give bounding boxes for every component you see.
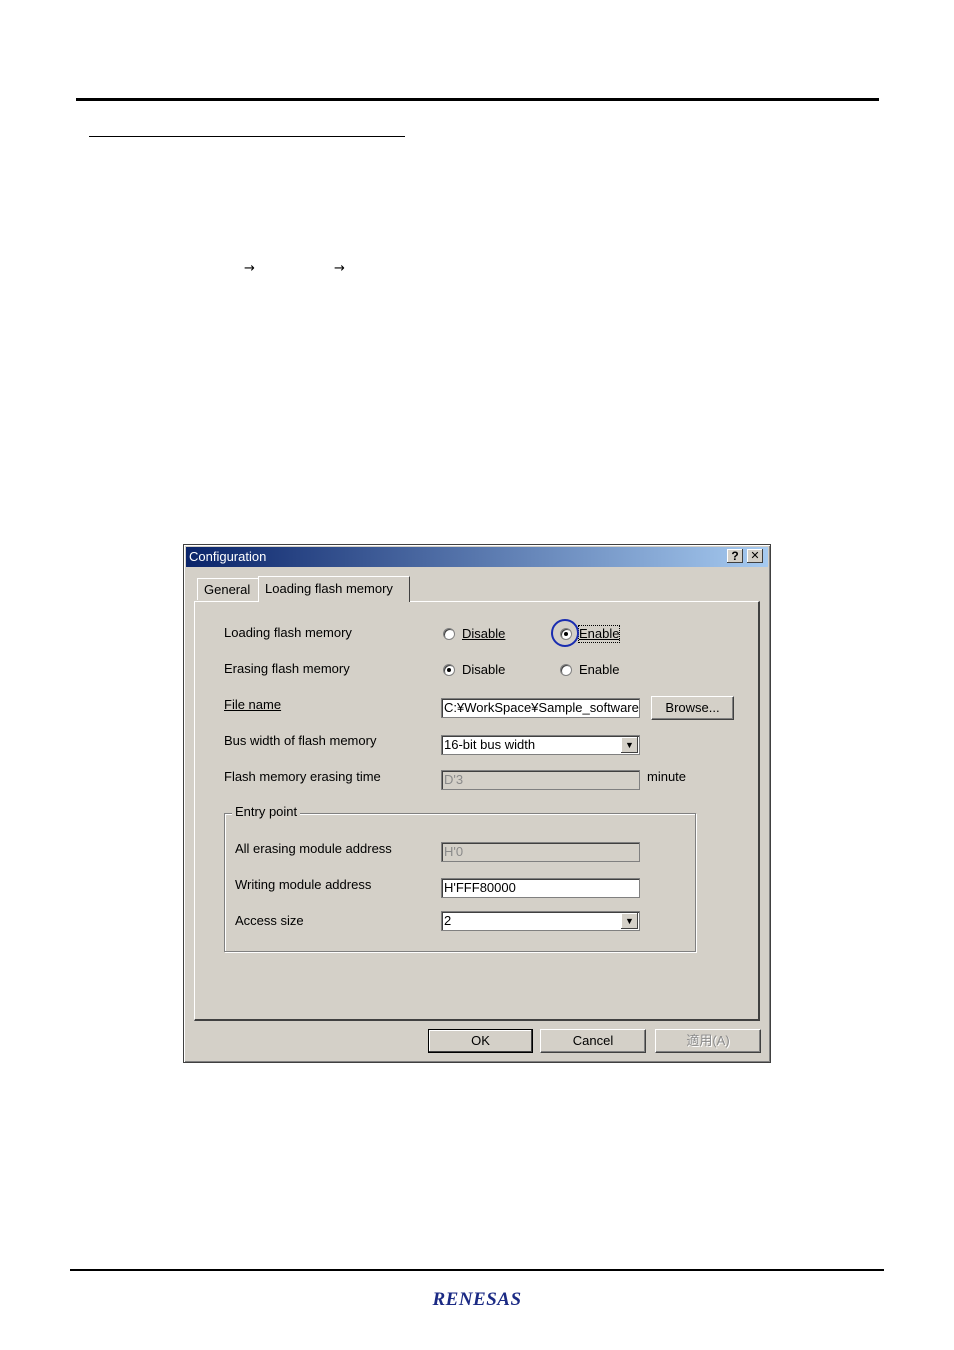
arrow-right-icon: → [244, 261, 255, 276]
erasing-flash-label: Erasing flash memory [224, 661, 350, 676]
arrow-right-icon: → [334, 261, 345, 276]
access-size-label: Access size [235, 913, 304, 928]
access-size-select[interactable]: 2 ▼ [441, 911, 640, 931]
file-name-label: File name [224, 697, 282, 712]
tab-label: Loading flash memory [265, 581, 393, 596]
bus-width-value: 16-bit bus width [444, 737, 536, 752]
all-erase-input: H'0 [441, 842, 640, 862]
highlight-annotation-circle [551, 619, 579, 647]
title-bar: Configuration ? ✕ [186, 547, 768, 567]
apply-button: 適用(A) [655, 1029, 761, 1053]
access-size-value: 2 [444, 913, 452, 928]
erasing-flash-enable-label: Enable [579, 662, 620, 677]
erase-time-label: Flash memory erasing time [224, 769, 381, 784]
help-button[interactable]: ? [727, 549, 743, 563]
erasing-flash-disable-label: Disable [462, 662, 506, 677]
bus-width-select[interactable]: 16-bit bus width ▼ [441, 735, 640, 755]
header-rule [76, 98, 879, 101]
section-underline [89, 136, 405, 137]
loading-flash-disable-label: Disable [462, 626, 506, 641]
cancel-button[interactable]: Cancel [540, 1029, 646, 1053]
erasing-flash-disable-radio[interactable] [443, 664, 455, 676]
loading-flash-label: Loading flash memory [224, 625, 352, 640]
writing-module-label: Writing module address [235, 877, 372, 892]
tab-loading-flash-memory[interactable]: Loading flash memory [258, 576, 410, 602]
writing-module-input[interactable]: H'FFF80000 [441, 878, 640, 898]
erasing-flash-enable-radio[interactable] [560, 664, 572, 676]
erase-time-input: D'3 [441, 770, 640, 790]
loading-flash-enable-label: Enable [577, 625, 621, 643]
entry-point-title: Entry point [232, 804, 301, 820]
erase-time-unit: minute [647, 769, 687, 784]
tab-label: General [204, 582, 251, 597]
ok-button[interactable]: OK [428, 1029, 533, 1053]
renesas-logo: RENESAS [432, 1289, 522, 1310]
chevron-down-icon[interactable]: ▼ [621, 913, 638, 929]
configuration-dialog: Configuration ? ✕ General Loading flash … [183, 544, 771, 1063]
close-button[interactable]: ✕ [747, 549, 763, 563]
chevron-down-icon[interactable]: ▼ [621, 737, 638, 753]
loading-flash-disable-radio[interactable] [443, 628, 455, 640]
browse-button[interactable]: Browse... [651, 696, 734, 720]
file-name-input[interactable]: C:¥WorkSpace¥Sample_software [441, 698, 640, 718]
footer-rule [70, 1269, 884, 1271]
dialog-title: Configuration [189, 549, 267, 564]
bus-width-label: Bus width of flash memory [224, 733, 377, 748]
tab-general[interactable]: General [197, 578, 259, 600]
all-erase-label: All erasing module address [235, 841, 392, 856]
